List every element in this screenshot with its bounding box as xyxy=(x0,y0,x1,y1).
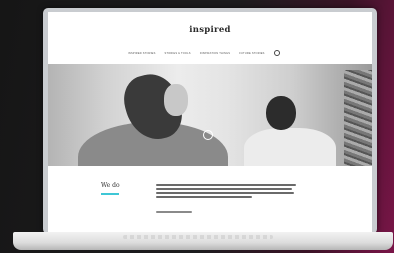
section-heading-underline xyxy=(101,193,119,195)
nav-item-inspiration-things[interactable]: Inspiration things xyxy=(200,52,230,55)
section-heading: We do xyxy=(101,182,120,189)
hero-background-poster xyxy=(344,70,372,166)
website-page: inspired Inspired stories Stories & tool… xyxy=(48,12,372,232)
text-line xyxy=(156,196,252,198)
text-line xyxy=(156,184,296,186)
laptop-hinge xyxy=(123,235,273,239)
nav-item-inspired-stories[interactable]: Inspired stories xyxy=(128,52,156,55)
laptop-base xyxy=(13,232,393,250)
text-line xyxy=(156,192,294,194)
hero-figure-woman-face xyxy=(164,84,188,116)
hero-image xyxy=(48,64,372,166)
main-nav: Inspired stories Stories & tools Inspira… xyxy=(128,50,280,56)
nav-item-future-stories[interactable]: Future stories xyxy=(239,52,264,55)
hero-circle-icon xyxy=(203,130,213,140)
nav-item-stories-tools[interactable]: Stories & tools xyxy=(165,52,191,55)
section-read-more-link[interactable] xyxy=(156,211,192,213)
hero-figure-man-body xyxy=(244,128,336,166)
text-line xyxy=(156,188,292,190)
site-logo[interactable]: inspired xyxy=(48,25,372,35)
hero-figure-man-head xyxy=(266,96,296,130)
search-icon[interactable] xyxy=(273,50,280,56)
laptop-screen: inspired Inspired stories Stories & tool… xyxy=(43,8,377,234)
section-body-text xyxy=(156,184,296,198)
